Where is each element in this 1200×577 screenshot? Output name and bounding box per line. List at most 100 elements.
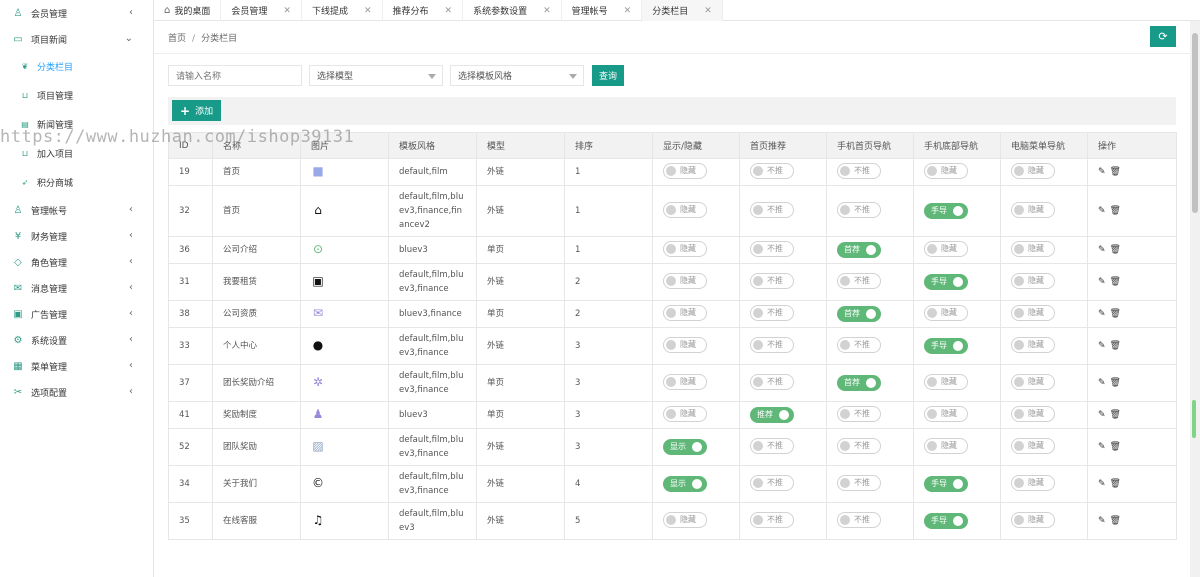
trash-icon[interactable]: 🗑 bbox=[1110, 341, 1125, 351]
edit-icon[interactable]: ✎ bbox=[1098, 167, 1110, 177]
close-icon[interactable]: ✕ bbox=[704, 6, 712, 16]
toggle-switch[interactable]: 手导 bbox=[924, 513, 968, 529]
toggle-switch[interactable]: 隐藏 bbox=[924, 163, 968, 179]
toggle-switch[interactable]: 隐藏 bbox=[1011, 438, 1055, 454]
toggle-switch[interactable]: 不推 bbox=[750, 241, 794, 257]
trash-icon[interactable]: 🗑 bbox=[1110, 442, 1125, 452]
sidebar-item[interactable]: ✉ 消息管理 ‹ bbox=[0, 275, 153, 301]
trash-icon[interactable]: 🗑 bbox=[1110, 167, 1125, 177]
toggle-switch[interactable]: 隐藏 bbox=[663, 202, 707, 218]
toggle-switch[interactable]: 手导 bbox=[924, 274, 968, 290]
close-icon[interactable]: ✕ bbox=[283, 6, 291, 16]
refresh-button[interactable]: ⟳ bbox=[1150, 26, 1176, 47]
trash-icon[interactable]: 🗑 bbox=[1110, 516, 1125, 526]
sidebar-item[interactable]: ▣ 广告管理 ‹ bbox=[0, 301, 153, 327]
toggle-switch[interactable]: 隐藏 bbox=[1011, 241, 1055, 257]
tab[interactable]: 下线提成 ✕ bbox=[302, 0, 383, 21]
add-button[interactable]: + 添加 bbox=[172, 100, 222, 121]
toggle-switch[interactable]: 隐藏 bbox=[1011, 337, 1055, 353]
toggle-switch[interactable]: 不推 bbox=[750, 305, 794, 321]
tab[interactable]: 管理帐号 ✕ bbox=[562, 0, 643, 21]
toggle-switch[interactable]: 不推 bbox=[837, 163, 881, 179]
sidebar-item[interactable]: ⚙ 系统设置 ‹ bbox=[0, 327, 153, 353]
toggle-switch[interactable]: 不推 bbox=[837, 475, 881, 491]
toggle-switch[interactable]: 手导 bbox=[924, 338, 968, 354]
style-select[interactable]: 选择模板风格 bbox=[450, 65, 584, 86]
toggle-switch[interactable]: 隐藏 bbox=[924, 305, 968, 321]
toggle-switch[interactable]: 不推 bbox=[837, 438, 881, 454]
sidebar-item[interactable]: ▭ 项目新闻 ⌄ bbox=[0, 26, 153, 52]
close-icon[interactable]: ✕ bbox=[543, 6, 551, 16]
toggle-switch[interactable]: 首荐 bbox=[837, 242, 881, 258]
edit-icon[interactable]: ✎ bbox=[1098, 309, 1110, 319]
toggle-switch[interactable]: 不推 bbox=[837, 202, 881, 218]
sidebar-item[interactable]: ¥ 财务管理 ‹ bbox=[0, 223, 153, 249]
toggle-switch[interactable]: 隐藏 bbox=[1011, 163, 1055, 179]
sidebar-item[interactable]: ✂ 选项配置 ‹ bbox=[0, 379, 153, 405]
toggle-switch[interactable]: 首荐 bbox=[837, 306, 881, 322]
toggle-switch[interactable]: 隐藏 bbox=[1011, 374, 1055, 390]
scrollbar-thumb[interactable] bbox=[1192, 33, 1198, 213]
toggle-switch[interactable]: 推荐 bbox=[750, 407, 794, 423]
toggle-switch[interactable]: 隐藏 bbox=[663, 374, 707, 390]
sidebar-item[interactable]: ♙ 管理帐号 ‹ bbox=[0, 197, 153, 223]
toggle-switch[interactable]: 不推 bbox=[750, 273, 794, 289]
edit-icon[interactable]: ✎ bbox=[1098, 378, 1110, 388]
toggle-switch[interactable]: 显示 bbox=[663, 476, 707, 492]
toggle-switch[interactable]: 隐藏 bbox=[663, 241, 707, 257]
sidebar-item[interactable]: ▦ 菜单管理 ‹ bbox=[0, 353, 153, 379]
trash-icon[interactable]: 🗑 bbox=[1110, 245, 1125, 255]
toggle-switch[interactable]: 首荐 bbox=[837, 375, 881, 391]
toggle-switch[interactable]: 手导 bbox=[924, 203, 968, 219]
trash-icon[interactable]: 🗑 bbox=[1110, 206, 1125, 216]
trash-icon[interactable]: 🗑 bbox=[1110, 410, 1125, 420]
edit-icon[interactable]: ✎ bbox=[1098, 341, 1110, 351]
edit-icon[interactable]: ✎ bbox=[1098, 206, 1110, 216]
tab[interactable]: 分类栏目 ✕ bbox=[642, 0, 723, 21]
edit-icon[interactable]: ✎ bbox=[1098, 245, 1110, 255]
toggle-switch[interactable]: 隐藏 bbox=[1011, 273, 1055, 289]
trash-icon[interactable]: 🗑 bbox=[1110, 277, 1125, 287]
toggle-switch[interactable]: 不推 bbox=[837, 273, 881, 289]
edit-icon[interactable]: ✎ bbox=[1098, 516, 1110, 526]
toggle-switch[interactable]: 隐藏 bbox=[1011, 475, 1055, 491]
toggle-switch[interactable]: 不推 bbox=[750, 438, 794, 454]
toggle-switch[interactable]: 隐藏 bbox=[924, 406, 968, 422]
toggle-switch[interactable]: 不推 bbox=[750, 475, 794, 491]
edit-icon[interactable]: ✎ bbox=[1098, 479, 1110, 489]
toggle-switch[interactable]: 隐藏 bbox=[924, 241, 968, 257]
toggle-switch[interactable]: 手导 bbox=[924, 476, 968, 492]
toggle-switch[interactable]: 不推 bbox=[750, 374, 794, 390]
toggle-switch[interactable]: 不推 bbox=[837, 406, 881, 422]
tab[interactable]: 会员管理 ✕ bbox=[221, 0, 302, 21]
toggle-switch[interactable]: 隐藏 bbox=[663, 337, 707, 353]
scrollbar[interactable] bbox=[1190, 21, 1200, 577]
toggle-switch[interactable]: 隐藏 bbox=[663, 273, 707, 289]
toggle-switch[interactable]: 隐藏 bbox=[1011, 305, 1055, 321]
toggle-switch[interactable]: 隐藏 bbox=[1011, 406, 1055, 422]
sidebar-item[interactable]: ♙ 会员管理 ‹ bbox=[0, 0, 153, 26]
toggle-switch[interactable]: 隐藏 bbox=[1011, 202, 1055, 218]
edit-icon[interactable]: ✎ bbox=[1098, 442, 1110, 452]
toggle-switch[interactable]: 不推 bbox=[837, 512, 881, 528]
name-search-input[interactable]: 请输入名称 bbox=[168, 65, 302, 86]
toggle-switch[interactable]: 隐藏 bbox=[1011, 512, 1055, 528]
toggle-switch[interactable]: 显示 bbox=[663, 439, 707, 455]
tab[interactable]: ⌂ 我的桌面 bbox=[154, 0, 222, 21]
edit-icon[interactable]: ✎ bbox=[1098, 410, 1110, 420]
close-icon[interactable]: ✕ bbox=[624, 6, 632, 16]
toggle-switch[interactable]: 隐藏 bbox=[663, 163, 707, 179]
toggle-switch[interactable]: 不推 bbox=[750, 337, 794, 353]
trash-icon[interactable]: 🗑 bbox=[1110, 479, 1125, 489]
search-button[interactable]: 查询 bbox=[592, 65, 625, 86]
breadcrumb-home[interactable]: 首页 bbox=[168, 34, 186, 44]
toggle-switch[interactable]: 隐藏 bbox=[663, 512, 707, 528]
toggle-switch[interactable]: 不推 bbox=[750, 202, 794, 218]
sidebar-subitem[interactable]: ⊔ 项目管理 bbox=[0, 81, 153, 110]
sidebar-item[interactable]: ◇ 角色管理 ‹ bbox=[0, 249, 153, 275]
model-select[interactable]: 选择模型 bbox=[309, 65, 443, 86]
toggle-switch[interactable]: 隐藏 bbox=[663, 406, 707, 422]
tab[interactable]: 推荐分布 ✕ bbox=[383, 0, 464, 21]
close-icon[interactable]: ✕ bbox=[364, 6, 372, 16]
close-icon[interactable]: ✕ bbox=[445, 6, 453, 16]
